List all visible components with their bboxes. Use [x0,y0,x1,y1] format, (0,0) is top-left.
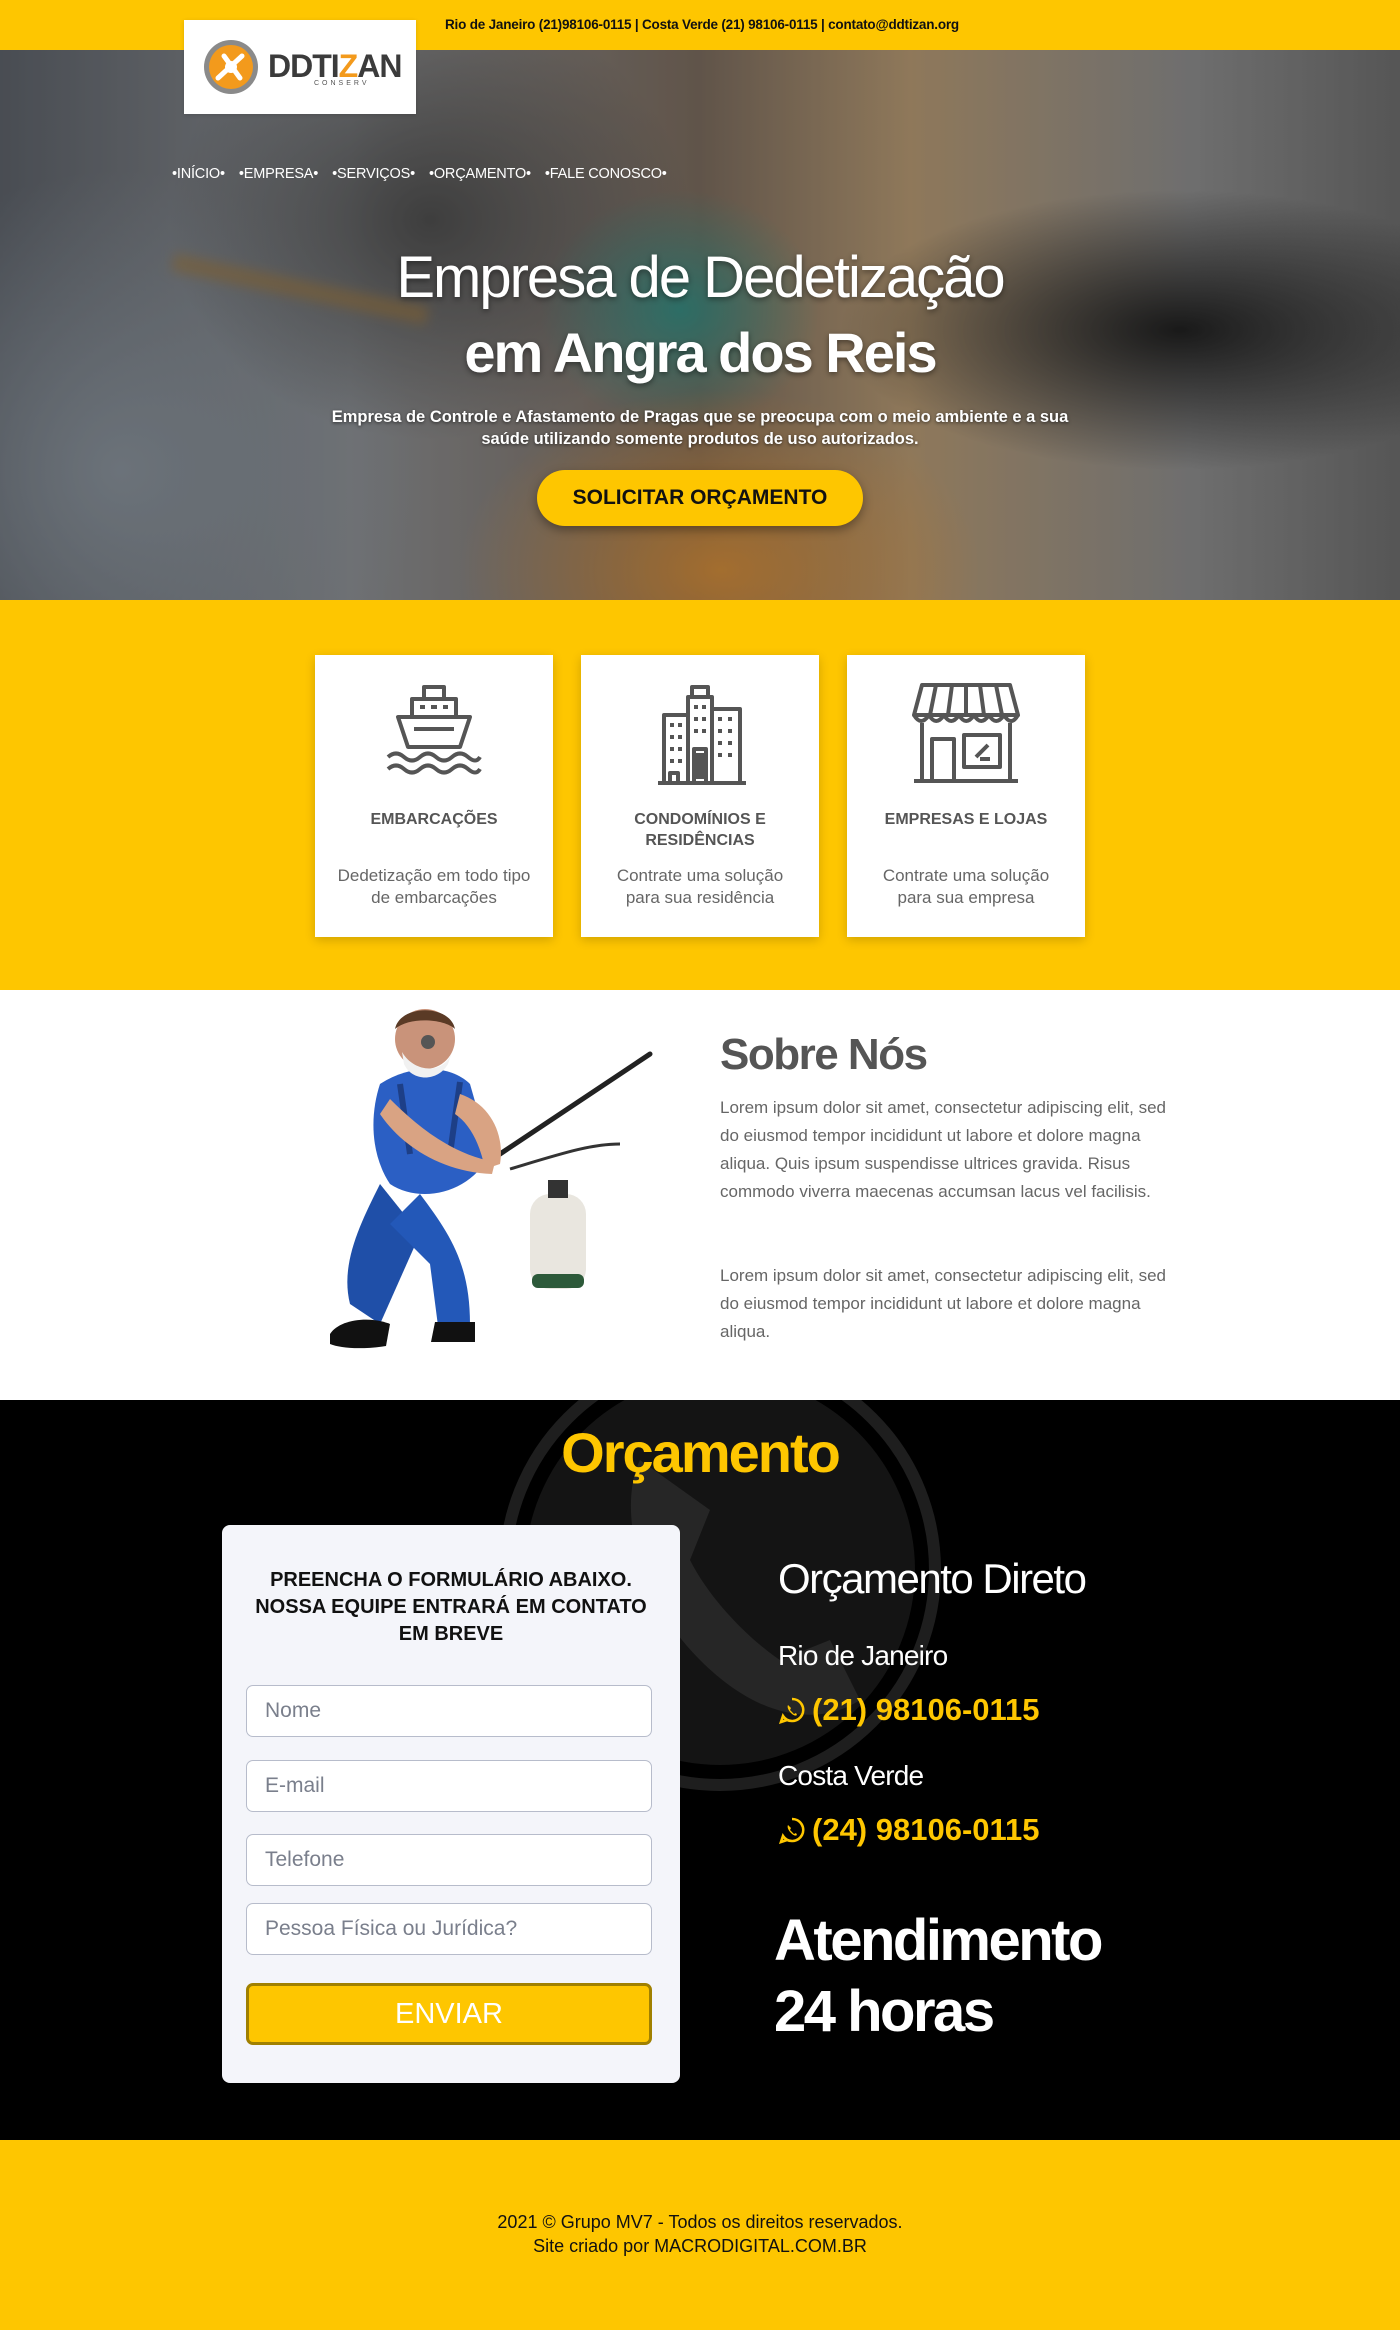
main-nav: •INÍCIO• •EMPRESA• •SERVIÇOS• •ORÇAMENTO… [172,166,667,182]
city-costa-verde: Costa Verde [778,1760,924,1791]
phone-costa-verde[interactable]: (24) 98106-0115 [778,1812,1040,1848]
hero-lead: Empresa de Controle e Afastamento de Pra… [331,408,1069,448]
nav-item-orcamento[interactable]: •ORÇAMENTO• [429,166,531,182]
footer-credit[interactable]: Site criado por MACRODIGITAL.COM.BR [0,2236,1400,2257]
buildings-icon [658,685,746,785]
service-card-condos[interactable]: CONDOMÍNIOS E RESIDÊNCIAS Contrate uma s… [581,655,819,937]
logo-subtitle: CONSERV [314,80,370,87]
attendance-24h: Atendimento 24 horas [774,1908,1103,2044]
logo-mark-icon [204,40,258,94]
email-input[interactable] [246,1760,652,1812]
service-desc: Dedetização em todo tipo de embarcações [337,866,531,907]
hero-title-line2: em Angra dos Reis [464,321,937,384]
pest-control-worker-image [330,1009,653,1349]
service-title: EMBARCAÇÕES [370,811,498,828]
phone-input[interactable] [246,1834,652,1886]
whatsapp-icon [778,1817,805,1844]
nav-item-empresa[interactable]: •EMPRESA• [239,166,318,182]
quote-title: Orçamento [561,1421,841,1484]
service-card-boats[interactable]: EMBARCAÇÕES Dedetização em todo tipo de … [315,655,553,937]
request-quote-button[interactable]: SOLICITAR ORÇAMENTO [537,470,863,526]
whatsapp-icon [778,1697,805,1724]
service-card-companies[interactable]: EMPRESAS E LOJAS Contrate uma solução pa… [847,655,1085,937]
about-section: Sobre Nós Lorem ipsum dolor sit amet, co… [0,990,1400,1400]
submit-button[interactable]: ENVIAR [246,1983,652,2045]
nav-item-servicos[interactable]: •SERVIÇOS• [332,166,415,182]
direct-quote-title: Orçamento Direto [778,1555,1087,1602]
store-icon [912,683,1020,783]
ship-icon [386,685,482,775]
about-title: Sobre Nós [720,1030,928,1079]
about-paragraph-2: Lorem ipsum dolor sit amet, consectetur … [720,1266,1166,1341]
footer: 2021 © Grupo MV7 - Todos os direitos res… [0,2140,1400,2330]
services-section: EMBARCAÇÕES Dedetização em todo tipo de … [0,600,1400,990]
topbar-contacts[interactable]: Rio de Janeiro (21)98106-0115 | Costa Ve… [445,17,959,32]
hero-title-line1: Empresa de Dedetização [396,245,1005,310]
person-type-input[interactable] [246,1903,652,1955]
nav-item-fale-conosco[interactable]: •FALE CONOSCO• [545,166,667,182]
service-title: EMPRESAS E LOJAS [884,811,1048,828]
service-desc: Contrate uma solução para sua residência [616,866,784,907]
city-rio: Rio de Janeiro [778,1640,948,1671]
form-title: PREENCHA O FORMULÁRIO ABAIXO. NOSSA EQUI… [255,1569,647,1645]
logo[interactable]: DDTIZAN CONSERV [184,20,416,114]
hero-section: •INÍCIO• •EMPRESA• •SERVIÇOS• •ORÇAMENTO… [0,50,1400,600]
service-desc: Contrate uma solução para sua empresa [882,866,1050,907]
nav-item-inicio[interactable]: •INÍCIO• [172,166,225,182]
quote-form: PREENCHA O FORMULÁRIO ABAIXO. NOSSA EQUI… [222,1525,680,2083]
name-input[interactable] [246,1685,652,1737]
quote-section: Orçamento PREENCHA O FORMULÁRIO ABAIXO. … [0,1400,1400,2140]
phone-rio[interactable]: (21) 98106-0115 [778,1692,1040,1728]
footer-copyright: 2021 © Grupo MV7 - Todos os direitos res… [497,2212,903,2232]
service-title: CONDOMÍNIOS E RESIDÊNCIAS [634,811,766,849]
about-paragraph-1: Lorem ipsum dolor sit amet, consectetur … [720,1098,1166,1201]
